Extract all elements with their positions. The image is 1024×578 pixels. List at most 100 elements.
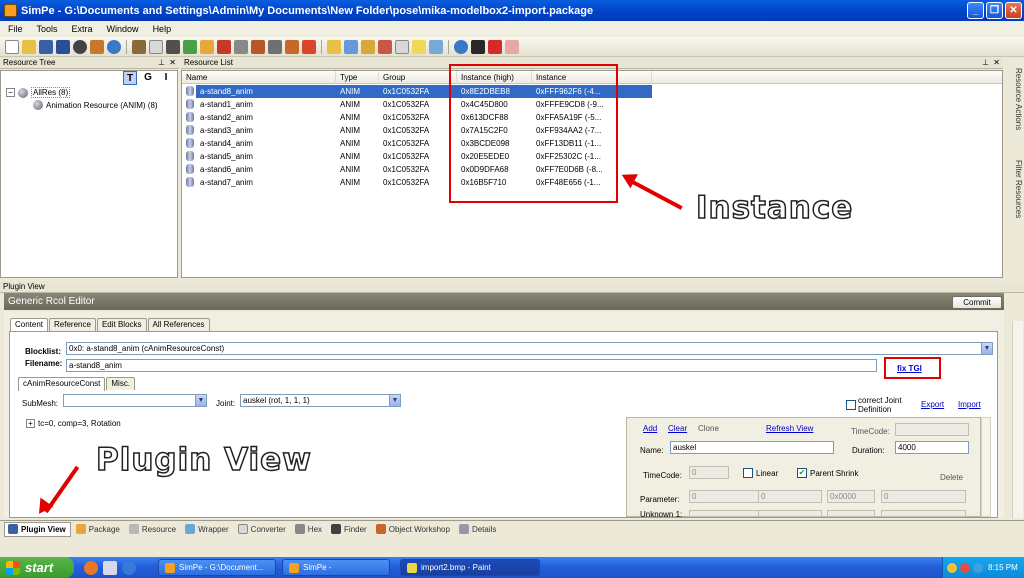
dock-tab-wrapper[interactable]: Wrapper: [182, 522, 233, 537]
binoculars-icon[interactable]: [166, 39, 180, 54]
submesh-select[interactable]: ▼: [63, 394, 207, 407]
import-icon[interactable]: [361, 39, 375, 54]
internet-explorer-icon[interactable]: [122, 560, 136, 575]
unknown-input-4[interactable]: [881, 510, 966, 517]
unknown-input-2[interactable]: [758, 510, 822, 517]
minimize-button[interactable]: _: [967, 2, 984, 19]
filename-input[interactable]: a-stand8_anim: [66, 359, 877, 372]
clear-link[interactable]: Clear: [668, 424, 687, 433]
new-file-icon[interactable]: [5, 39, 19, 54]
menu-help[interactable]: Help: [153, 24, 172, 34]
save-as-icon[interactable]: [56, 39, 70, 54]
filter-resources-tab[interactable]: Filter Resources: [1007, 160, 1023, 240]
menu-extra[interactable]: Extra: [72, 24, 93, 34]
refresh-view-link[interactable]: Refresh View: [766, 424, 813, 433]
folder-icon[interactable]: [327, 39, 341, 54]
taskbar-item-paint[interactable]: import2.bmp - Paint: [400, 559, 540, 576]
taskbar-item-simpe-1[interactable]: SimPe - G:\Document...: [158, 559, 276, 576]
tab-edit-blocks[interactable]: Edit Blocks: [96, 318, 147, 331]
menu-tools[interactable]: Tools: [37, 24, 58, 34]
close-icon[interactable]: ✕: [169, 57, 176, 69]
dock-tab-plugin-view[interactable]: Plugin View: [4, 521, 71, 537]
firefox-icon[interactable]: [84, 560, 98, 575]
clone-label[interactable]: Clone: [698, 424, 719, 433]
export-link[interactable]: Export: [921, 400, 944, 409]
save-icon[interactable]: [39, 39, 53, 54]
close-package-icon[interactable]: [73, 39, 87, 54]
correct-joint-checkbox[interactable]: [846, 400, 856, 410]
dock-tab-details[interactable]: Details: [456, 522, 500, 537]
hammer-icon[interactable]: [268, 39, 282, 54]
delete-doc-icon[interactable]: [378, 39, 392, 54]
column-group[interactable]: Group: [379, 71, 457, 84]
start-button[interactable]: start: [0, 557, 74, 578]
tab-content[interactable]: Content: [10, 318, 49, 332]
character-icon[interactable]: [302, 39, 316, 54]
tab-reference[interactable]: Reference: [49, 318, 96, 331]
commit-button[interactable]: Commit: [952, 296, 1002, 309]
blocklist-select[interactable]: 0x0: a-stand8_anim (cAnimResourceConst) …: [66, 342, 993, 355]
dock-tab-converter[interactable]: Converter: [235, 522, 290, 537]
add-link[interactable]: Add: [643, 424, 657, 433]
import-link[interactable]: Import: [958, 400, 981, 409]
comment-icon[interactable]: [395, 39, 409, 54]
tray-icon-3[interactable]: [973, 562, 983, 573]
tab-misc[interactable]: Misc.: [106, 377, 136, 390]
fix-tgi-link[interactable]: fix TGI: [897, 364, 922, 373]
bar-chart-icon[interactable]: [217, 39, 231, 54]
close-icon[interactable]: ✕: [993, 57, 1000, 69]
dock-tab-resource[interactable]: Resource: [126, 522, 180, 537]
pin-icon[interactable]: ⊥: [982, 57, 989, 69]
notepad-icon[interactable]: [103, 560, 117, 575]
network-icon[interactable]: [90, 39, 104, 54]
dock-tab-package[interactable]: Package: [73, 522, 124, 537]
open-folder-icon[interactable]: [22, 39, 36, 54]
grid-icon[interactable]: [183, 39, 197, 54]
tree-child-node[interactable]: Animation Resource (ANIM) (8): [33, 100, 158, 110]
keyframe-tree-item[interactable]: + tc=0, comp=3, Rotation: [26, 419, 121, 428]
menu-window[interactable]: Window: [107, 24, 139, 34]
joint-select[interactable]: auskel (rot, 1, 1, 1) ▼: [240, 394, 401, 407]
linear-checkbox[interactable]: [743, 468, 753, 478]
globe-icon[interactable]: [107, 39, 121, 54]
chevron-down-icon[interactable]: ▼: [389, 395, 400, 406]
note-icon[interactable]: [412, 39, 426, 54]
taskbar-item-simpe-2[interactable]: SimPe -: [282, 559, 390, 576]
column-type[interactable]: Type: [336, 71, 379, 84]
dock-tab-hex[interactable]: Hex: [292, 522, 326, 537]
sim-icon[interactable]: [200, 39, 214, 54]
delete-button[interactable]: Delete: [940, 473, 963, 482]
group-view-button[interactable]: G: [141, 71, 155, 85]
tab-all-references[interactable]: All References: [147, 318, 210, 331]
house-icon[interactable]: [285, 39, 299, 54]
unknown-input-1[interactable]: [689, 510, 759, 517]
maximize-button[interactable]: ❐: [986, 2, 1003, 19]
tab-canimresourceconst[interactable]: cAnimResourceConst: [18, 377, 106, 391]
dock-tab-object-workshop[interactable]: Object Workshop: [373, 522, 454, 537]
refresh-icon[interactable]: [454, 39, 468, 54]
panel-scrollbar[interactable]: [981, 417, 991, 517]
pin-icon[interactable]: ⊥: [158, 57, 165, 69]
timecode2-input[interactable]: 0: [689, 466, 729, 479]
collapse-icon[interactable]: −: [6, 88, 15, 97]
document-icon[interactable]: [149, 39, 163, 54]
parameter-input-4[interactable]: 0: [881, 490, 966, 503]
chevron-down-icon[interactable]: ▼: [195, 395, 206, 406]
tree-root-node[interactable]: − AllRes (8): [6, 87, 71, 98]
unknown-input-3[interactable]: [827, 510, 875, 517]
editor-scrollbar[interactable]: [1012, 321, 1023, 518]
export-icon[interactable]: [344, 39, 358, 54]
expand-icon[interactable]: +: [26, 419, 35, 428]
delete-icon[interactable]: [488, 39, 502, 54]
chevron-down-icon[interactable]: ▼: [981, 343, 992, 354]
tools-icon[interactable]: [234, 39, 248, 54]
type-view-button[interactable]: T: [123, 71, 137, 85]
tray-icon-1[interactable]: [947, 562, 957, 573]
instance-view-button[interactable]: I: [159, 71, 173, 85]
paint-icon[interactable]: [251, 39, 265, 54]
close-button[interactable]: ✕: [1005, 2, 1022, 19]
dock-tab-finder[interactable]: Finder: [328, 522, 371, 537]
package-icon[interactable]: [132, 39, 146, 54]
parameter-input-1[interactable]: 0: [689, 490, 759, 503]
parameter-input-3[interactable]: 0x0000: [827, 490, 875, 503]
